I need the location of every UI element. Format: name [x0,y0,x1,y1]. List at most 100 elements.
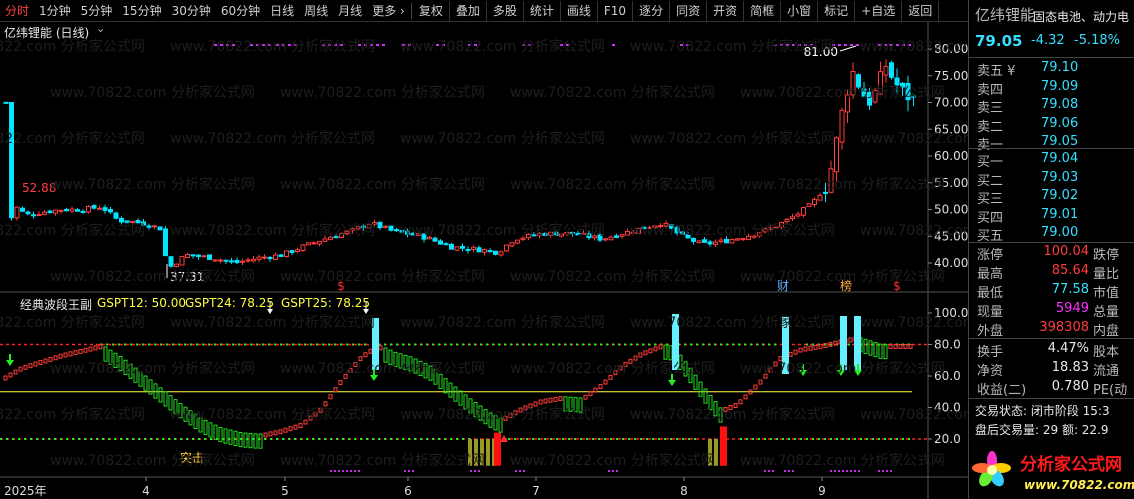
oscillator-bar [43,358,48,364]
candle-body [20,207,25,212]
quote-change-pct: -5.18% [1074,33,1120,48]
signal-dot [382,44,385,46]
toolbar-button[interactable]: 画线 [561,0,598,21]
signal-dot [370,44,373,46]
oscillator-bar [33,361,38,367]
bottom-bar [486,439,490,466]
oscillator-bar [23,364,28,370]
candle-body [9,102,14,219]
signal-dot [908,44,911,46]
candle-body [355,226,361,230]
period-tab[interactable]: 1分钟 [34,1,76,21]
toolbar-button[interactable]: 叠加 [450,0,487,21]
chart-area[interactable]: 80.00 75.00 70.00 65.00 60.00 55.00 50.00 45.00… [0,22,968,499]
level-label: 买二 [977,173,1004,189]
level-price: 79.04 [1041,151,1079,166]
candle-body [339,233,344,239]
stat-label: 最高 [977,267,1004,282]
level-label: 卖五 ¥ [977,64,1016,79]
oscillator-bar [428,365,433,381]
toolbar-button[interactable]: 开资 [707,0,745,21]
oscillator-bar [28,363,33,369]
oscillator-bar [103,346,108,362]
period-tab[interactable]: 60分钟 [216,1,265,21]
toolbar-button[interactable]: 统计 [524,0,561,21]
toolbar-button[interactable]: 复权 [413,0,450,21]
period-tab[interactable]: 月线 [333,1,367,21]
toolbar-button[interactable]: 简框 [744,0,782,21]
low-price-label: 37.31 [170,270,204,284]
toolbar-button[interactable]: 逐分 [633,0,671,21]
oscillator-bar [313,411,318,417]
stat-label: 现量 [977,305,1004,320]
oscillator-bar [153,383,158,399]
oscillator-bar [663,344,668,360]
candle-body [174,263,179,267]
kline-chart[interactable]: 80.00 75.00 70.00 65.00 60.00 55.00 50.00 45.00… [0,22,968,499]
toolbar-button[interactable]: 返回 [902,0,940,21]
toolbar-button[interactable]: +自选 [855,0,903,21]
candle-body [454,246,460,251]
oscillator-bar [268,431,273,437]
period-tab[interactable]: 周线 [299,1,333,21]
toolbar-button[interactable]: 多股 [487,0,524,21]
oscillator-bar [523,405,528,411]
oscillator-bar [213,424,218,440]
period-tab[interactable]: 5分钟 [76,1,118,21]
oscillator-bar [248,432,253,449]
period-tab[interactable]: 30分钟 [167,1,216,21]
candle-body [75,209,80,212]
period-tab[interactable]: 15分钟 [117,1,166,21]
candle-body [504,244,509,252]
chevron-down-icon[interactable]: ⌄ [96,22,105,35]
signal-dot [878,44,881,46]
level-price: 79.03 [1041,169,1079,185]
candle-body [163,228,168,257]
candle-body [592,235,597,239]
candle-body [867,91,872,106]
candle-body [740,238,746,241]
oscillator-bar [683,361,688,377]
oscillator-bar [443,378,448,394]
oscillator-bar [448,382,453,398]
candle-body [108,209,113,213]
stat-label-2: 股本 [1093,345,1120,360]
y-tick-label: 55.00 [934,176,968,190]
oscillator-bar [293,424,298,430]
stat-label-2: PE(动 [1093,383,1128,398]
toolbar-button[interactable]: 标记 [818,0,856,21]
candle-body [262,256,267,259]
toolbar-button[interactable]: 小窗 [781,0,819,21]
oscillator-bar [3,375,8,381]
signal-dot [376,44,379,46]
oscillator-bar [868,340,873,356]
event-marker: 财 [777,279,789,293]
oscillator-bar [468,398,473,414]
candle-body [388,225,394,231]
oscillator-bar [493,415,498,431]
candle-body [196,254,201,257]
period-tab[interactable]: 更多 › [367,1,410,21]
oscillator-bar [363,352,368,358]
toolbar-button[interactable]: 同资 [670,0,708,21]
period-tab[interactable]: 分时 [0,1,34,21]
oscillator-bar [368,348,373,354]
signal-dot [408,44,411,46]
candle-body [515,239,520,244]
bottom-signal-dot [792,470,794,472]
x-axis-label: 9 [818,484,826,498]
oscillator-bar [333,387,338,393]
oscillator-bar [758,379,763,385]
candle-body [762,228,768,233]
candle-body [278,254,284,258]
stock-title: 亿纬锂能 (日线) [4,26,90,40]
y-tick-label: 50.00 [934,203,968,217]
candle-body [619,234,625,237]
candle-body [449,243,454,250]
toolbar-button[interactable]: F10 [598,0,634,21]
candle-body [520,237,526,240]
oscillator-bar [298,423,303,429]
bottom-signal-dot [334,470,336,472]
oscillator-bar [438,373,443,390]
period-tab[interactable]: 日线 [265,1,299,21]
